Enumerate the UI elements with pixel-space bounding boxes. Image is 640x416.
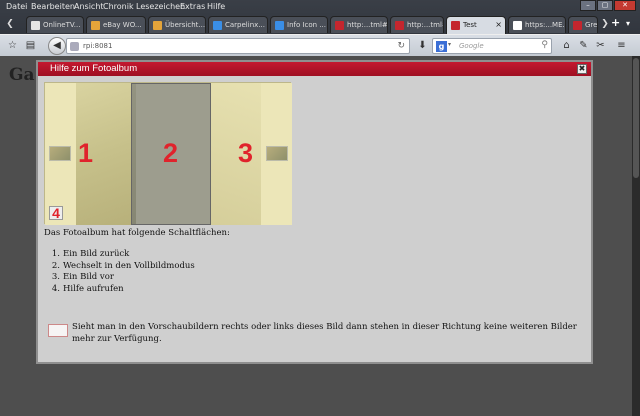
label-number-2: 2	[163, 138, 179, 168]
dialog-title: Hilfe zum Fotoalbum	[50, 63, 138, 74]
tab-label: http:...tml#	[347, 21, 388, 29]
tab-favicon-icon	[153, 21, 162, 30]
page-scrollbar[interactable]	[632, 56, 640, 416]
label-number-1: 1	[78, 138, 94, 168]
download-icon[interactable]: ⬇	[416, 39, 429, 52]
site-identity-icon[interactable]	[70, 42, 79, 51]
menu-hamburger-icon[interactable]: ≡	[615, 39, 628, 52]
tab-favicon-icon	[573, 21, 582, 30]
tab-1[interactable]: OnlineTV...	[26, 16, 84, 33]
tab-favicon-icon	[513, 21, 522, 30]
bookmarks-icon[interactable]: ▤	[24, 39, 37, 52]
menu-ansicht[interactable]: Ansicht	[74, 2, 104, 11]
google-search-engine-icon[interactable]: g	[436, 41, 447, 52]
tab-favicon-icon	[31, 21, 40, 30]
tab-favicon-icon	[275, 21, 284, 30]
tab-favicon-icon	[213, 21, 222, 30]
button-list: 1. Ein Bild zurück 2. Wechselt in den Voll…	[48, 249, 195, 295]
tab-7[interactable]: http:...tml#	[390, 16, 444, 33]
tab-10[interactable]: Gre...	[568, 16, 598, 33]
bookmark-star-icon[interactable]: ☆	[6, 39, 19, 52]
tab-favicon-icon	[395, 21, 404, 30]
tab-label: Übersicht...	[165, 21, 206, 29]
reload-icon[interactable]: ↻	[397, 41, 405, 51]
tab-3[interactable]: Übersicht...	[148, 16, 206, 33]
browser-chrome: Datei Bearbeiten Ansicht Chronik Lesezei…	[0, 0, 640, 56]
tab-list-icon[interactable]: ▾	[626, 19, 630, 28]
tab-favicon-icon	[451, 21, 460, 30]
page-title: Ga	[9, 65, 35, 85]
url-text: rpi:8081	[83, 42, 113, 50]
tab-close-icon[interactable]: ×	[495, 20, 502, 29]
navigation-bar: ☆ ▤ ◀ rpi:8081 ↻ ⬇ g ▾ Google ⚲ ⌂ ✎ ✂ ≡	[0, 34, 640, 56]
prev-thumbnail-strip	[45, 83, 76, 225]
label-number-3: 3	[238, 138, 254, 168]
window-controls: – ▢ ✕	[580, 0, 636, 12]
no-more-images-icon	[48, 324, 68, 337]
tab-label: Gre...	[585, 21, 598, 29]
search-bar[interactable]: g ▾ Google ⚲	[432, 38, 552, 54]
tab-9[interactable]: https:...ME.md	[508, 16, 566, 33]
home-icon[interactable]: ⌂	[560, 39, 573, 52]
tab-8[interactable]: Test ×	[446, 16, 506, 34]
list-item: 4. Hilfe aufrufen	[51, 283, 124, 294]
tab-4[interactable]: Carpelinx...	[208, 16, 268, 33]
window-close-button[interactable]: ✕	[614, 0, 636, 11]
maximize-button[interactable]: ▢	[597, 0, 613, 11]
minimize-button[interactable]: –	[580, 0, 596, 11]
next-thumbnail	[266, 146, 288, 161]
dialog-close-button[interactable]: ✖	[577, 64, 587, 74]
tab-favicon-icon	[91, 21, 100, 30]
tabs-scroll-left-icon[interactable]: ❮	[4, 17, 16, 32]
list-item: 3. Ein Bild vor	[51, 272, 114, 282]
tab-5[interactable]: Info Icon ...	[270, 16, 328, 33]
tools-icon[interactable]: ✂	[594, 39, 607, 52]
tabs-scroll-right-icon[interactable]: ❯	[599, 17, 611, 32]
next-thumbnail-strip	[261, 83, 292, 225]
tab-favicon-icon	[335, 21, 344, 30]
menu-bearbeiten[interactable]: Bearbeiten	[31, 2, 75, 11]
engine-dropdown-icon[interactable]: ▾	[448, 41, 451, 48]
dialog-titlebar: Hilfe zum Fotoalbum ✖	[38, 62, 591, 76]
new-tab-icon[interactable]: +	[611, 16, 620, 29]
photo-garden-right	[211, 83, 261, 225]
help-dialog: Hilfe zum Fotoalbum ✖ 1 2 3 4 Das Fotoal…	[36, 60, 593, 364]
menu-hilfe[interactable]: Hilfe	[207, 2, 225, 11]
tab-label: Info Icon ...	[287, 21, 327, 29]
list-item: 1. Ein Bild zurück	[51, 249, 130, 259]
tab-label: Test	[463, 21, 477, 29]
tab-label: https:...ME.md	[525, 21, 565, 29]
tab-label: OnlineTV...	[43, 21, 81, 29]
tab-label: Carpelinx...	[225, 21, 265, 29]
menu-datei[interactable]: Datei	[6, 2, 27, 11]
list-item: 2. Wechselt in den Vollbildmodus	[51, 260, 195, 271]
tab-label: eBay WO...	[103, 21, 142, 29]
tab-2[interactable]: eBay WO...	[86, 16, 146, 33]
menu-bar: Datei Bearbeiten Ansicht Chronik Lesezei…	[0, 0, 640, 14]
menu-lesezeichen[interactable]: Lesezeichen	[136, 2, 185, 11]
url-bar[interactable]: rpi:8081 ↻	[66, 38, 410, 54]
prev-thumbnail	[49, 146, 71, 161]
addon-icon[interactable]: ✎	[577, 39, 590, 52]
search-placeholder: Google	[459, 42, 484, 50]
dialog-note: Sieht man in den Vorschaubildern rechts …	[72, 322, 577, 344]
tab-label: http:...tml#	[407, 21, 444, 29]
menu-extras[interactable]: Extras	[180, 2, 205, 11]
search-icon[interactable]: ⚲	[541, 40, 548, 50]
tab-6[interactable]: http:...tml#	[330, 16, 388, 33]
album-demo-illustration: 1 2 3 4	[44, 82, 292, 225]
menu-chronik[interactable]: Chronik	[103, 2, 134, 11]
label-number-4: 4	[49, 206, 63, 220]
back-button[interactable]: ◀	[48, 37, 66, 55]
scrollbar-thumb[interactable]	[633, 58, 639, 178]
tab-bar: ❮ OnlineTV... eBay WO... Übersicht... Carpe…	[0, 14, 640, 34]
dialog-intro: Das Fotoalbum hat folgende Schaltflächen…	[44, 228, 230, 238]
